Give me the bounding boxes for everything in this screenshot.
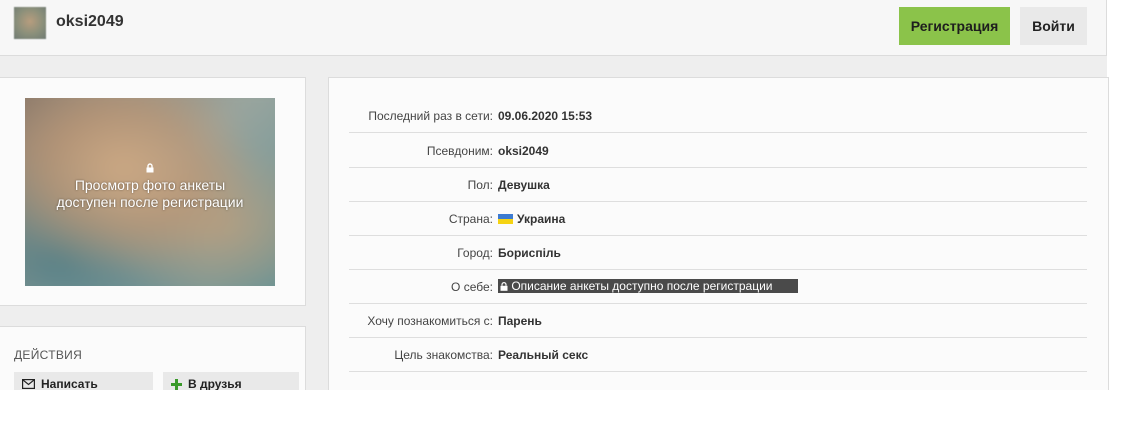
row-label: Псевдоним: xyxy=(426,144,493,158)
envelope-icon xyxy=(22,379,35,389)
profile-photo[interactable]: Просмотр фото анкеты доступен после реги… xyxy=(25,98,275,286)
avatar[interactable] xyxy=(14,7,46,39)
top-bar: oksi2049 Регистрация Войти xyxy=(0,0,1107,56)
lock-icon xyxy=(500,282,508,291)
profile-row-goal: Цель знакомства: Реальный секс xyxy=(349,337,1087,372)
photo-notice-line1: Просмотр фото анкеты xyxy=(74,177,226,193)
row-label: Хочу познакомиться с: xyxy=(367,314,493,328)
photo-locked-notice: Просмотр фото анкеты доступен после реги… xyxy=(25,160,275,211)
plus-icon xyxy=(171,378,182,390)
row-value: Парень xyxy=(498,314,542,328)
profile-row-city: Город: Бориспіль xyxy=(349,235,1087,270)
row-value: Украина xyxy=(498,212,565,226)
country-name: Украина xyxy=(517,212,566,226)
profile-details-card: Последний раз в сети: 09.06.2020 15:53 П… xyxy=(328,77,1109,392)
row-label: О себе: xyxy=(451,280,493,294)
page-bottom-area xyxy=(0,390,1123,435)
profile-row-seeking: Хочу познакомиться с: Парень xyxy=(349,303,1087,338)
profile-photo-card: Просмотр фото анкеты доступен после реги… xyxy=(0,77,306,306)
row-label: Город: xyxy=(457,246,493,260)
row-value: oksi2049 xyxy=(498,144,549,158)
hidden-description-notice[interactable]: Описание анкеты доступно после регистрац… xyxy=(498,279,798,293)
row-value: Девушка xyxy=(498,178,550,192)
photo-notice-line2: доступен после регистрации xyxy=(56,194,244,210)
lock-icon xyxy=(146,163,154,173)
profile-row-last-seen: Последний раз в сети: 09.06.2020 15:53 xyxy=(349,98,1087,133)
register-button[interactable]: Регистрация xyxy=(899,7,1010,45)
row-label: Цель знакомства: xyxy=(394,348,493,362)
profile-row-country: Страна: Украина xyxy=(349,201,1087,236)
row-value: Реальный секс xyxy=(498,348,589,362)
login-button[interactable]: Войти xyxy=(1020,7,1087,45)
row-label: Страна: xyxy=(448,212,493,226)
row-label: Пол: xyxy=(467,178,493,192)
add-friend-label: В друзья xyxy=(188,377,242,391)
ukraine-flag-icon xyxy=(498,214,513,224)
write-message-label: Написать xyxy=(41,377,98,391)
profile-row-gender: Пол: Девушка xyxy=(349,167,1087,202)
row-label: Последний раз в сети: xyxy=(368,109,493,123)
row-value: 09.06.2020 15:53 xyxy=(498,109,593,123)
page-margin-right xyxy=(1107,0,1123,435)
actions-title: ДЕЙСТВИЯ xyxy=(14,348,83,362)
profile-row-nickname: Псевдоним: oksi2049 xyxy=(349,133,1087,168)
row-value: Бориспіль xyxy=(498,246,561,260)
hidden-description-text: Описание анкеты доступно после регистрац… xyxy=(511,279,773,293)
username[interactable]: oksi2049 xyxy=(56,13,124,31)
